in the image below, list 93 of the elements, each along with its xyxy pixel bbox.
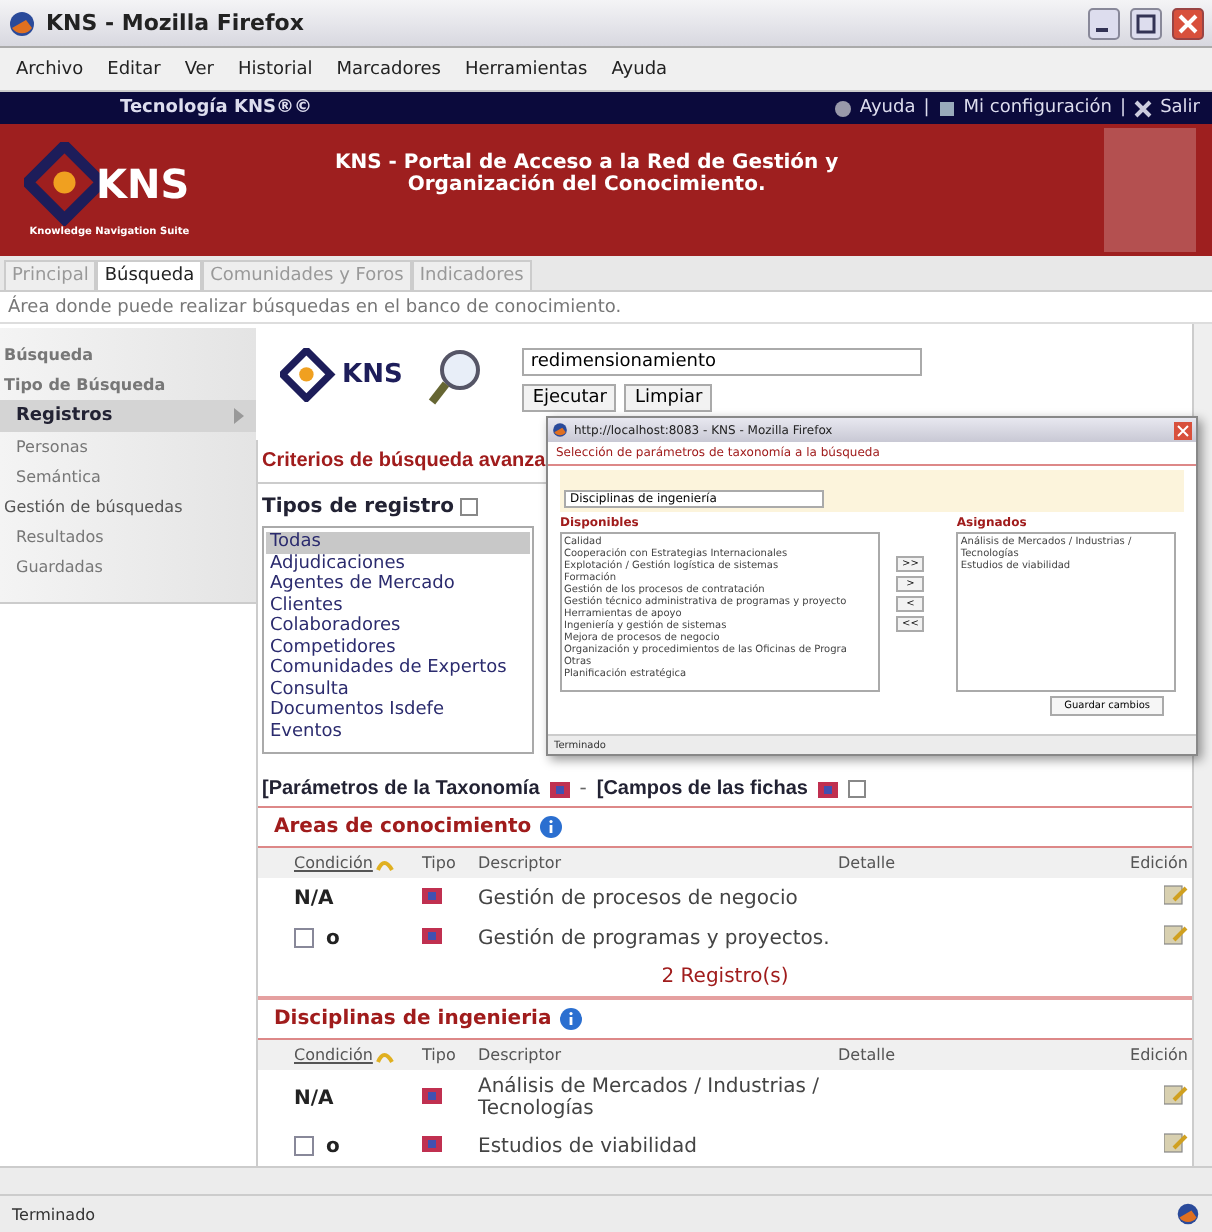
list-option[interactable]: Documentos Isdefe — [266, 700, 530, 721]
descriptor-cell-text: Estudios de viabilidad — [476, 1133, 699, 1161]
logo-text: KNS — [342, 360, 403, 390]
info-icon[interactable] — [559, 1008, 582, 1030]
column-header: Edición — [1130, 1046, 1188, 1064]
tab[interactable]: Búsqueda — [96, 260, 203, 290]
sidebar-item[interactable]: Registros — [0, 400, 256, 432]
checkbox[interactable] — [294, 1136, 314, 1156]
page-description: Área donde puede realizar búsquedas en el banco de conocimiento. — [0, 292, 1212, 324]
close-button[interactable] — [1172, 7, 1204, 39]
sidebar-item[interactable]: Semántica — [0, 462, 256, 492]
condition-text: o — [326, 1135, 340, 1157]
status-text: Terminado — [12, 1205, 96, 1223]
menu-item[interactable]: Archivo — [16, 59, 84, 79]
separator-text: | — [1120, 98, 1127, 118]
section-label: Tipos de registro — [262, 496, 454, 518]
separator-text: | — [923, 98, 930, 118]
edit-icon[interactable] — [1164, 884, 1188, 906]
search-button[interactable]: Limpiar — [624, 384, 713, 412]
edit-icon[interactable] — [1164, 1132, 1188, 1154]
menu-item[interactable]: Ayuda — [611, 59, 668, 79]
sidebar-item[interactable]: Resultados — [0, 522, 256, 552]
list-option[interactable]: Comunidades de Expertos — [266, 658, 530, 679]
section-title: Disciplinas de ingenieria — [274, 1008, 552, 1030]
sidebar-heading: Búsqueda — [2, 344, 96, 368]
menu-item[interactable]: Herramientas — [464, 59, 588, 79]
logo-text: KNS — [96, 159, 190, 208]
browser-icon — [8, 9, 36, 37]
section-title: Areas de conocimiento — [274, 816, 532, 838]
banner-title: Organización del Conocimiento. — [407, 174, 766, 196]
separator-text: - — [579, 778, 587, 800]
checkbox[interactable] — [294, 928, 314, 948]
available-list[interactable] — [560, 532, 880, 692]
sidebar-heading: Tipo de Búsqueda — [2, 374, 168, 398]
sort-icon[interactable] — [376, 855, 395, 871]
maximize-button[interactable] — [1130, 7, 1162, 39]
column-header: Descriptor — [478, 854, 562, 872]
search-field[interactable]: redimensionamiento — [522, 348, 923, 376]
menu-item[interactable]: Marcadores — [336, 59, 441, 79]
search-button[interactable]: Ejecutar — [522, 384, 617, 412]
edit-icon[interactable] — [1164, 1084, 1188, 1106]
list-option[interactable]: Clientes — [266, 595, 530, 616]
list-option[interactable]: Adjudicaciones — [266, 553, 530, 574]
column-header: Detalle — [838, 1046, 895, 1064]
info-icon[interactable] — [539, 816, 562, 838]
menu-item[interactable]: Historial — [238, 59, 313, 79]
sidebar-heading: Gestión de búsquedas — [2, 496, 185, 520]
descriptor-cell-text: Gestión de procesos de negocio — [476, 885, 800, 913]
taxonomy-icon — [422, 1085, 442, 1105]
menu-item[interactable]: Editar — [107, 59, 161, 79]
minimize-button[interactable] — [1088, 7, 1120, 39]
sort-icon[interactable] — [376, 1047, 395, 1063]
checkbox-icon[interactable] — [459, 498, 478, 516]
header-link[interactable]: Ayuda — [859, 98, 916, 118]
triangle-icon — [234, 408, 244, 424]
condition-text: N/A — [294, 1087, 334, 1109]
header-link[interactable]: Mi configuración — [963, 98, 1113, 118]
menu-item[interactable]: Ver — [184, 59, 215, 79]
column-header: Tipo — [422, 1046, 456, 1064]
checkbox-icon[interactable] — [847, 780, 866, 798]
descriptor-cell-text: Gestión de programas y proyectos. — [476, 925, 832, 953]
taxonomy-link[interactable]: [Campos de las fichas — [596, 778, 808, 800]
edit-icon[interactable] — [1164, 924, 1188, 946]
taxonomy-link[interactable]: [Parámetros de la Taxonomía — [262, 778, 540, 800]
taxonomy-icon — [549, 779, 570, 799]
taxonomy-icon — [422, 1133, 442, 1153]
column-header: Tipo — [422, 854, 456, 872]
brand-text: Tecnología KNS®© — [120, 98, 314, 118]
list-option[interactable]: Agentes de Mercado — [266, 574, 530, 595]
column-header: Edición — [1130, 854, 1188, 872]
window-title: KNS - Mozilla Firefox — [46, 10, 306, 36]
record-type-list[interactable]: Todas Adjudicaciones Agentes de Mercado Clientes Colaboradores Competidores Comunidades de Expertos Consulta Documentos Isdefe Eventos — [262, 526, 534, 754]
banner-title: KNS - Portal de Acceso a la Red de Gestión y — [334, 152, 839, 174]
logo-drawing — [280, 348, 340, 402]
photo-placeholder — [1104, 128, 1196, 252]
list-option[interactable]: Eventos — [266, 721, 530, 742]
column-header: Detalle — [838, 854, 895, 872]
list-option[interactable]: Todas — [266, 532, 530, 553]
record-count: 2 Registro(s) — [258, 958, 1192, 1000]
header-link[interactable]: Salir — [1160, 98, 1200, 118]
condition-text: N/A — [294, 887, 334, 909]
browser-icon — [1176, 1202, 1200, 1226]
list-option[interactable]: Colaboradores — [266, 616, 530, 637]
column-header: Descriptor — [478, 1046, 562, 1064]
sidebar-item[interactable]: Personas — [0, 432, 256, 462]
browser-icon — [552, 422, 568, 438]
sidebar-item[interactable]: Guardadas — [0, 552, 256, 582]
taxonomy-icon — [817, 779, 838, 799]
condition-text: o — [326, 927, 340, 949]
descriptor-cell-text: Análisis de Mercados / Industrias / Tecnologías — [476, 1074, 821, 1124]
list-option[interactable]: Competidores — [266, 637, 530, 658]
close-icon — [1134, 99, 1153, 117]
list-option[interactable]: Consulta — [266, 679, 530, 700]
